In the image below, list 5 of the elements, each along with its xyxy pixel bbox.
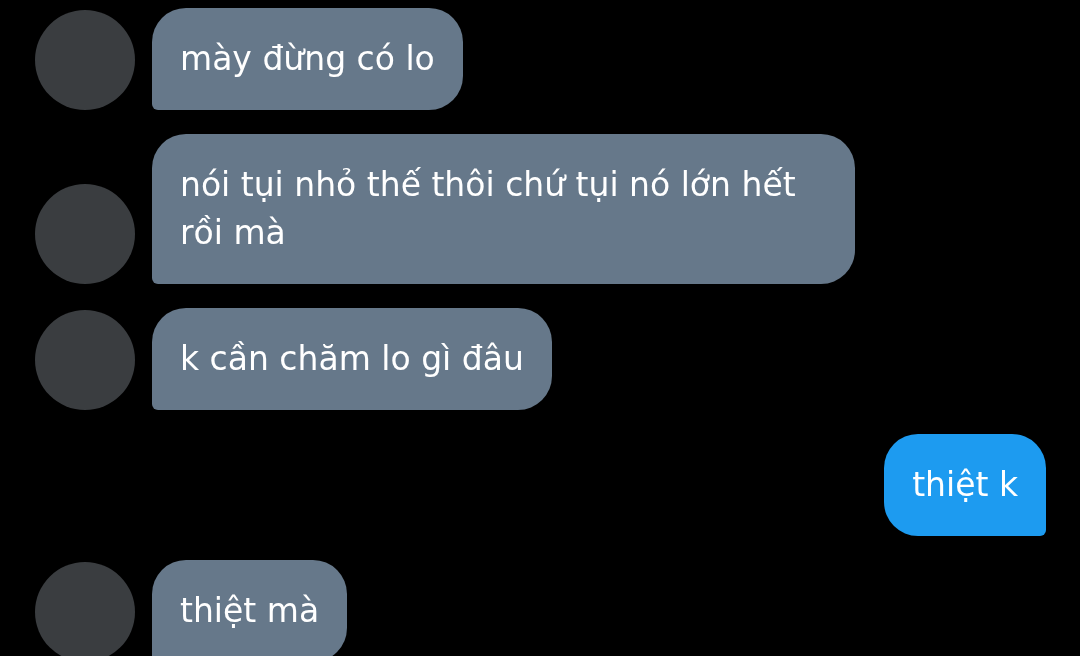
received-message: k cần chăm lo gì đâu <box>152 308 552 410</box>
received-message: nói tụi nhỏ thế thôi chứ tụi nó lớn hết rồi mà <box>152 134 855 284</box>
received-message: mày đừng có lo <box>152 8 463 110</box>
received-message: thiệt mà <box>152 560 348 656</box>
sent-message: thiệt k <box>884 434 1046 536</box>
